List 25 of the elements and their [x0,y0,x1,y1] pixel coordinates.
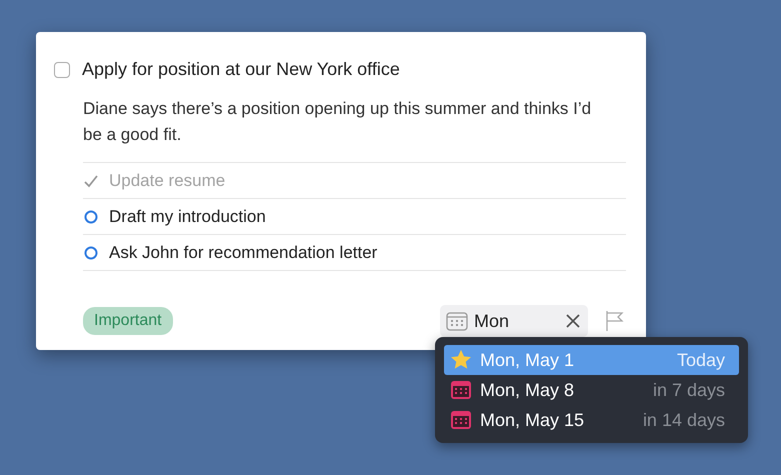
task-note: Diane says there’s a position opening up this summer and thinks I’d be a good fit. [83,98,592,146]
checkmark-icon[interactable] [83,172,99,188]
calendar-icon [446,311,468,331]
calendar-icon [450,380,472,400]
checklist-item: Update resume [109,170,226,192]
relative-label: in 7 days [652,378,725,402]
flag-icon[interactable] [604,310,626,332]
checkbox[interactable] [54,62,70,78]
checklist-item: Draft my introduction [109,206,266,228]
menu-item[interactable]: Mon, May 8 in 7 days [444,375,739,405]
date-field[interactable]: Mon [440,305,588,337]
relative-label: Today [676,348,725,372]
star-icon [450,349,472,371]
relative-label: in 14 days [642,408,725,432]
date-label: Mon, May 15 [480,408,584,432]
checklist-item: Ask John for recommendation letter [109,242,378,264]
clear-icon[interactable] [566,314,580,328]
circle-icon[interactable] [83,244,99,260]
calendar-icon [450,410,472,430]
date-input[interactable]: Mon [474,308,554,334]
date-label: Mon, May 8 [480,378,574,402]
task-title: Apply for position at our New York office [82,58,400,81]
menu-item[interactable]: Mon, May 15 in 14 days [444,405,739,435]
date-label: Mon, May 1 [480,348,574,372]
circle-icon[interactable] [83,208,99,224]
